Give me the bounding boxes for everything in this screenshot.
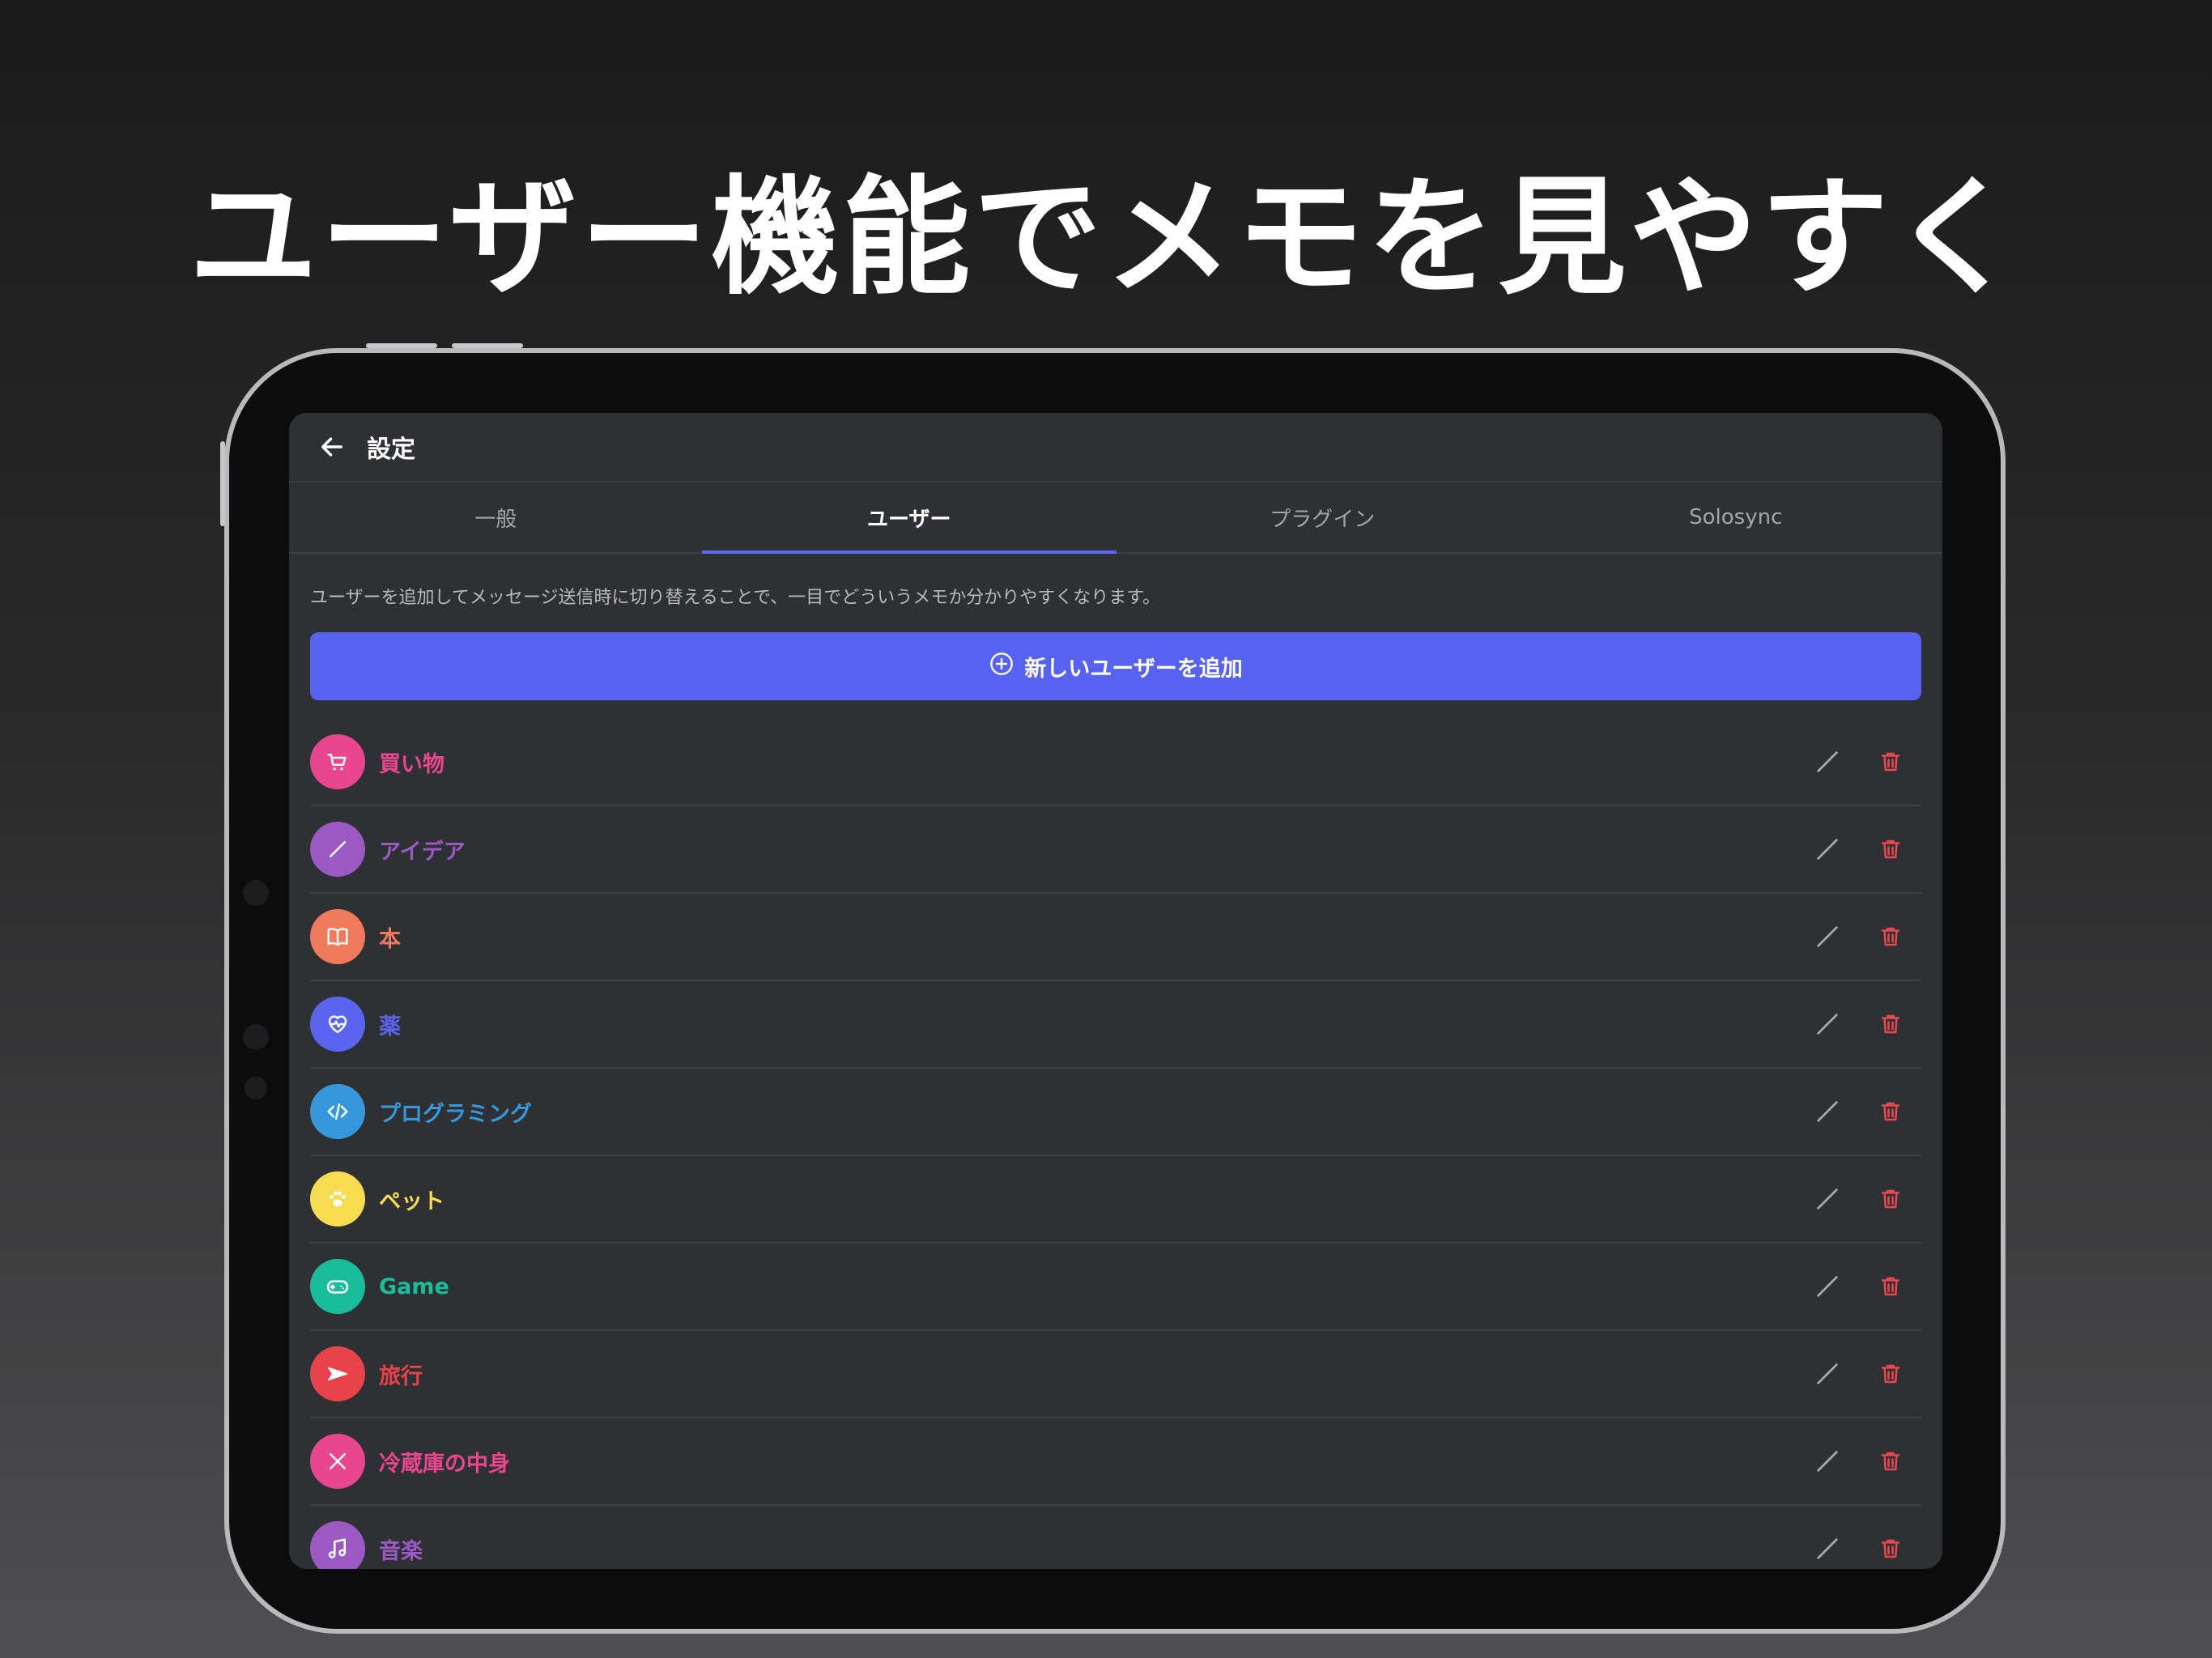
paw-icon (310, 1171, 365, 1226)
tab-plugins[interactable]: プラグイン (1116, 483, 1529, 552)
edit-pencil-icon[interactable] (1811, 1008, 1844, 1040)
delete-trash-icon[interactable] (1874, 1095, 1907, 1128)
edit-pencil-icon[interactable] (1811, 746, 1844, 778)
row-actions (1811, 1331, 1907, 1417)
user-row[interactable]: 本 (310, 894, 1921, 981)
user-row[interactable]: 旅行 (310, 1331, 1921, 1418)
promo-headline: ユーザー機能でメモを見やすく (189, 164, 2023, 312)
user-list: 買い物アイデア本薬プログラミング ペット Game 旅行冷蔵庫の中身 音楽 (310, 719, 1921, 1569)
top-app-bar: 設定 (289, 413, 1942, 483)
page-title: 設定 (367, 436, 415, 464)
tab-general[interactable]: 一般 (289, 483, 703, 552)
delete-trash-icon[interactable] (1874, 1445, 1907, 1477)
row-actions (1811, 1244, 1907, 1329)
user-row[interactable]: プログラミング (310, 1069, 1921, 1156)
user-row[interactable]: 買い物 (310, 719, 1921, 806)
user-name: 音楽 (379, 1538, 423, 1564)
edit-pencil-icon[interactable] (1811, 833, 1844, 865)
plus-circle-icon (989, 651, 1024, 682)
row-actions (1811, 981, 1907, 1067)
edit-pencil-icon[interactable] (1811, 1183, 1844, 1215)
music-note-icon (310, 1521, 365, 1569)
cart-icon (310, 734, 365, 789)
code-icon (310, 1084, 365, 1139)
edit-pencil-icon[interactable] (1811, 920, 1844, 953)
book-icon (310, 909, 365, 964)
device-sensor (243, 880, 269, 906)
row-actions (1811, 894, 1907, 980)
delete-trash-icon[interactable] (1874, 1533, 1907, 1565)
back-arrow-icon[interactable] (313, 428, 351, 466)
users-description: ユーザーを追加してメッセージ送信時に切り替えることで、一目でどういうメモか分かり… (310, 588, 1161, 608)
user-row[interactable]: ペット (310, 1156, 1921, 1244)
tab-solosync[interactable]: Solosync (1529, 483, 1943, 552)
edit-pencil-icon[interactable] (1811, 1445, 1844, 1477)
user-name: 買い物 (379, 751, 445, 777)
user-row[interactable]: 音楽 (310, 1506, 1921, 1569)
pen-icon (310, 822, 365, 877)
delete-trash-icon[interactable] (1874, 833, 1907, 865)
row-actions (1811, 1506, 1907, 1569)
delete-trash-icon[interactable] (1874, 1183, 1907, 1215)
tab-users[interactable]: ユーザー (703, 483, 1117, 552)
user-name: 本 (379, 926, 401, 952)
delete-trash-icon[interactable] (1874, 920, 1907, 953)
user-row[interactable]: 薬 (310, 981, 1921, 1069)
utensils-icon (310, 1434, 365, 1489)
row-actions (1811, 1418, 1907, 1504)
delete-trash-icon[interactable] (1874, 746, 1907, 778)
gamepad-icon (310, 1259, 365, 1314)
row-actions (1811, 719, 1907, 805)
active-tab-indicator (702, 551, 1117, 554)
user-name: アイデア (379, 839, 466, 865)
add-user-button[interactable]: 新しいユーザーを追加 (310, 632, 1921, 700)
device-sensor-2 (245, 1077, 267, 1099)
add-user-label: 新しいユーザーを追加 (1024, 656, 1243, 682)
edit-pencil-icon[interactable] (1811, 1270, 1844, 1303)
user-row[interactable]: Game (310, 1244, 1921, 1331)
plane-icon (310, 1346, 365, 1401)
user-name: プログラミング (379, 1101, 532, 1127)
delete-trash-icon[interactable] (1874, 1358, 1907, 1390)
edit-pencil-icon[interactable] (1811, 1533, 1844, 1565)
row-actions (1811, 1069, 1907, 1154)
camera-icon (243, 1024, 269, 1050)
app-screen: 設定 一般 ユーザー プラグイン Solosync ユーザーを追加してメッセージ… (289, 413, 1942, 1569)
delete-trash-icon[interactable] (1874, 1270, 1907, 1303)
user-name: Game (379, 1273, 449, 1299)
row-actions (1811, 1156, 1907, 1242)
device-side-button (220, 441, 225, 526)
device-top-button-2 (452, 343, 523, 348)
user-name: 冷蔵庫の中身 (379, 1451, 510, 1477)
heart-pulse-icon (310, 997, 365, 1052)
row-actions (1811, 806, 1907, 892)
user-name: 旅行 (379, 1363, 423, 1389)
user-row[interactable]: 冷蔵庫の中身 (310, 1418, 1921, 1506)
device-top-button-1 (366, 343, 437, 348)
delete-trash-icon[interactable] (1874, 1008, 1907, 1040)
edit-pencil-icon[interactable] (1811, 1095, 1844, 1128)
edit-pencil-icon[interactable] (1811, 1358, 1844, 1390)
user-name: 薬 (379, 1014, 401, 1039)
settings-tabs: 一般 ユーザー プラグイン Solosync (289, 483, 1942, 554)
user-name: ペット (379, 1188, 445, 1214)
user-row[interactable]: アイデア (310, 806, 1921, 894)
